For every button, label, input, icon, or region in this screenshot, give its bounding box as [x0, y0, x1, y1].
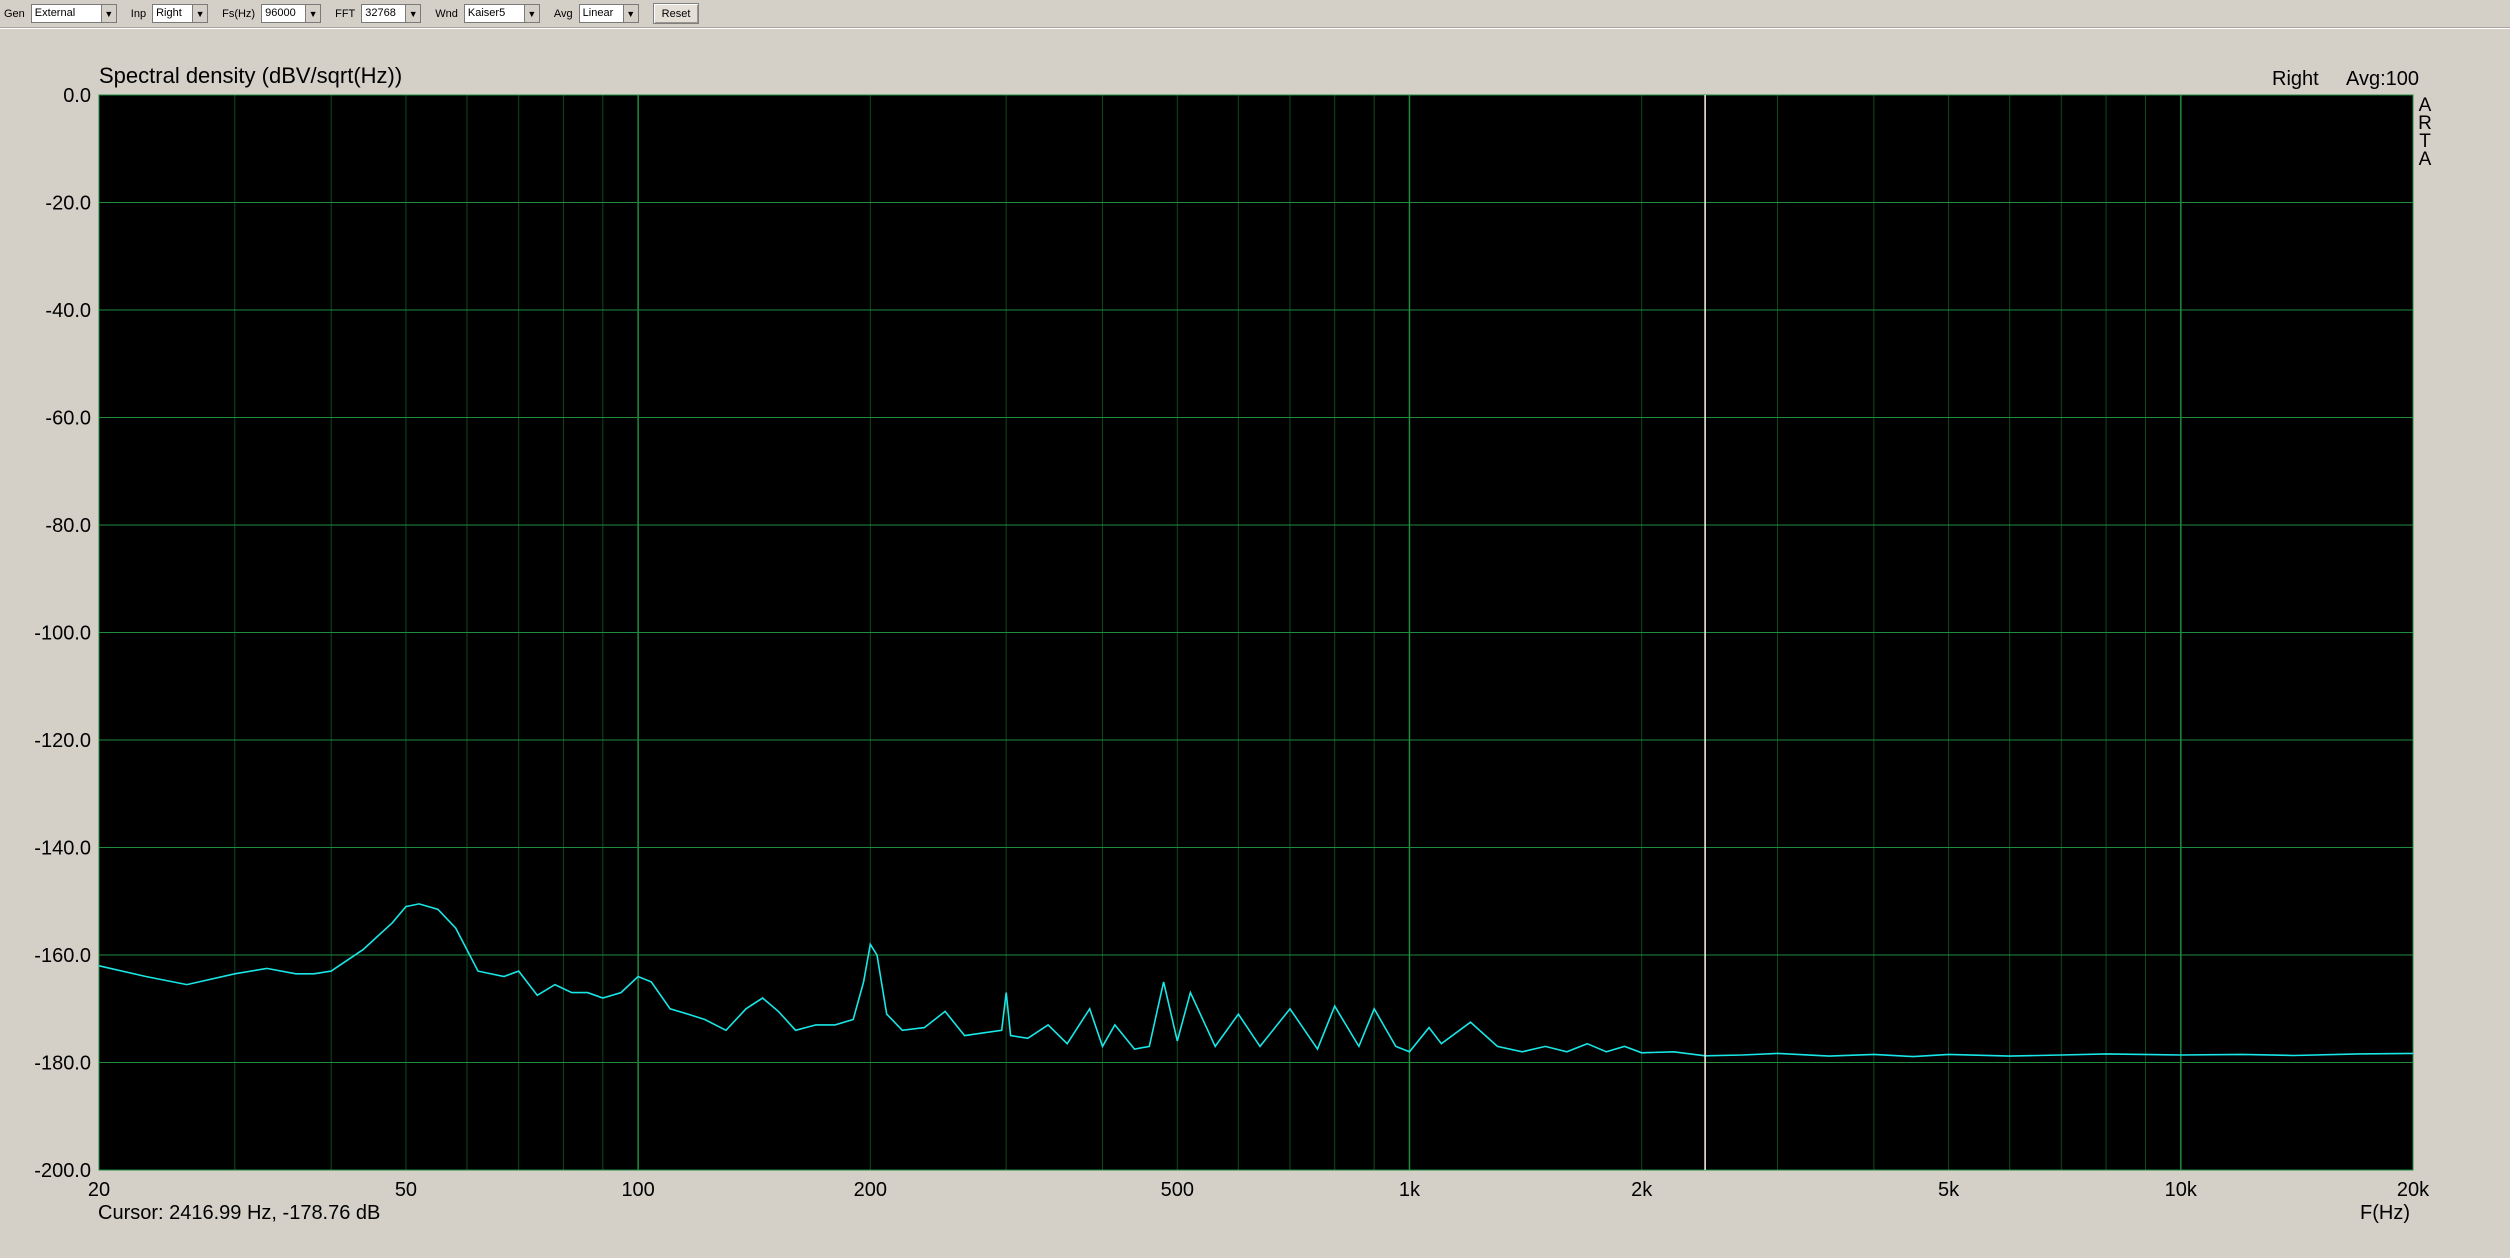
generator-control: Gen External ▼ [4, 4, 117, 23]
chevron-down-icon[interactable]: ▼ [622, 4, 639, 23]
x-tick-label: 10k [2165, 1179, 2198, 1201]
y-axis-labels: 0.0 -20.0 -40.0 -60.0 -80.0 -100.0 -120.0 -140.… [34, 85, 91, 1182]
x-axis-labels: 20 50 100 200 500 1k 2k 5k 10k 20k [88, 1179, 2430, 1201]
spectrum-panel: Spectral density (dBV/sqrt(Hz)) Right Av… [0, 28, 2510, 1257]
y-tick-label: -100.0 [34, 623, 91, 645]
x-tick-label: 50 [395, 1179, 417, 1201]
chevron-down-icon[interactable]: ▼ [305, 4, 322, 23]
x-tick-label: 20 [88, 1179, 110, 1201]
fft-label: FFT [335, 7, 356, 20]
arta-logo: ARTA [2418, 95, 2432, 170]
x-tick-label: 20k [2397, 1179, 2430, 1201]
y-tick-label: -200.0 [34, 1160, 91, 1182]
fft-control: FFT 32768 ▼ [335, 4, 422, 23]
window-control: Wnd Kaiser5 ▼ [435, 4, 540, 23]
averaging-select[interactable]: Linear [578, 4, 623, 23]
y-tick-label: -20.0 [45, 193, 91, 215]
reset-button[interactable]: Reset [652, 3, 700, 24]
averaging-control: Avg Linear ▼ [554, 4, 639, 23]
y-tick-label: -180.0 [34, 1053, 91, 1075]
y-tick-label: -160.0 [34, 945, 91, 967]
x-tick-label: 5k [1938, 1179, 1960, 1201]
chevron-down-icon[interactable]: ▼ [100, 4, 117, 23]
toolbar: Gen External ▼ Inp Right ▼ Fs(Hz) 96000 … [0, 0, 2510, 28]
y-tick-label: -60.0 [45, 408, 91, 430]
arta-letter: A [2419, 149, 2432, 170]
chevron-down-icon[interactable]: ▼ [192, 4, 209, 23]
chevron-down-icon[interactable]: ▼ [523, 4, 540, 23]
input-select[interactable]: Right [152, 4, 193, 23]
y-tick-label: 0.0 [63, 85, 91, 107]
averages-indicator: Avg:100 [2346, 68, 2419, 90]
y-tick-label: -120.0 [34, 730, 91, 752]
spectrum-chart[interactable]: Spectral density (dBV/sqrt(Hz)) Right Av… [0, 29, 2510, 1258]
samplerate-control: Fs(Hz) 96000 ▼ [222, 4, 322, 23]
x-tick-label: 100 [621, 1179, 654, 1201]
fft-select[interactable]: 32768 [361, 4, 406, 23]
y-tick-label: -80.0 [45, 515, 91, 537]
window-select[interactable]: Kaiser5 [463, 4, 524, 23]
y-tick-label: -40.0 [45, 300, 91, 322]
x-axis-title: F(Hz) [2360, 1202, 2410, 1224]
window-label: Wnd [435, 7, 458, 20]
x-tick-label: 1k [1399, 1179, 1421, 1201]
x-tick-label: 200 [854, 1179, 887, 1201]
input-label: Inp [130, 7, 147, 20]
generator-select[interactable]: External [30, 4, 101, 23]
x-tick-label: 500 [1161, 1179, 1194, 1201]
chart-title: Spectral density (dBV/sqrt(Hz)) [99, 63, 402, 88]
samplerate-select[interactable]: 96000 [261, 4, 306, 23]
x-tick-label: 2k [1631, 1179, 1653, 1201]
averaging-label: Avg [553, 7, 573, 20]
y-tick-label: -140.0 [34, 838, 91, 860]
cursor-readout: Cursor: 2416.99 Hz, -178.76 dB [98, 1202, 380, 1224]
chevron-down-icon[interactable]: ▼ [405, 4, 422, 23]
input-control: Inp Right ▼ [130, 4, 209, 23]
channel-indicator: Right [2272, 68, 2319, 90]
generator-label: Gen [4, 7, 25, 20]
samplerate-label: Fs(Hz) [222, 7, 256, 20]
